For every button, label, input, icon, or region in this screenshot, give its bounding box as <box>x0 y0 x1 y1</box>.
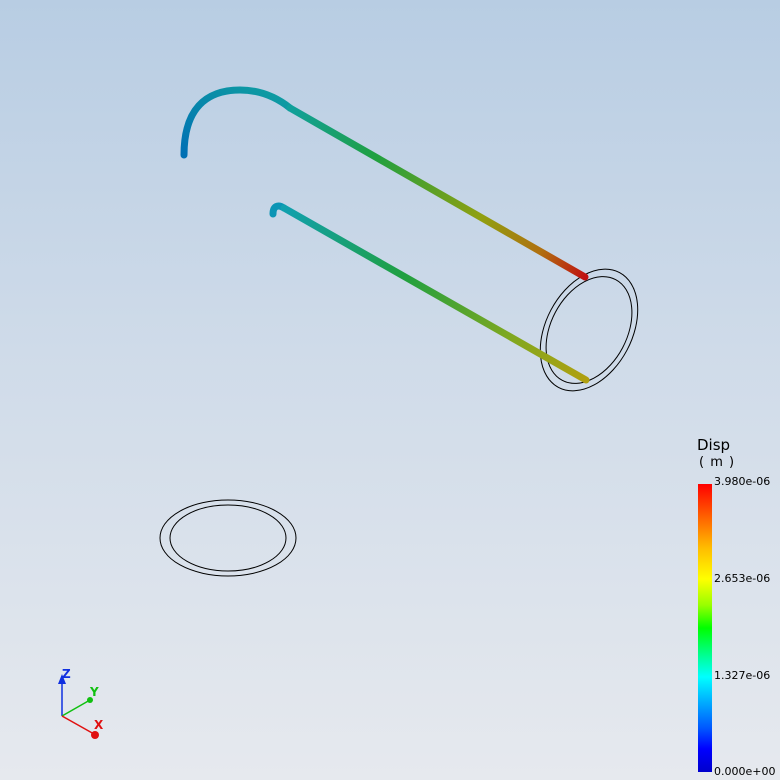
x-axis-icon <box>61 715 95 735</box>
outlet-flange <box>539 268 639 392</box>
legend-tick-upper: 2.653e-06 <box>714 572 771 585</box>
x-marker-icon <box>91 731 99 739</box>
axis-triad: Z Y X <box>58 667 104 739</box>
inner-pipe-edge <box>269 202 590 566</box>
legend-tick-max: 3.980e-06 <box>714 475 771 488</box>
x-axis-label: X <box>94 718 104 732</box>
y-axis-icon <box>61 699 91 717</box>
legend-title: Disp <box>697 436 731 454</box>
model-viewport[interactable]: Z Y X <box>0 0 780 780</box>
legend-tick-min: 0.000e+00 <box>714 765 776 778</box>
y-axis-label: Y <box>89 685 99 699</box>
legend-tick-lower: 1.327e-06 <box>714 669 771 682</box>
legend-unit: ( m ) <box>699 455 736 470</box>
color-legend-bar <box>698 484 712 772</box>
outer-pipe-edge <box>180 86 589 514</box>
z-axis-label: Z <box>62 667 71 681</box>
